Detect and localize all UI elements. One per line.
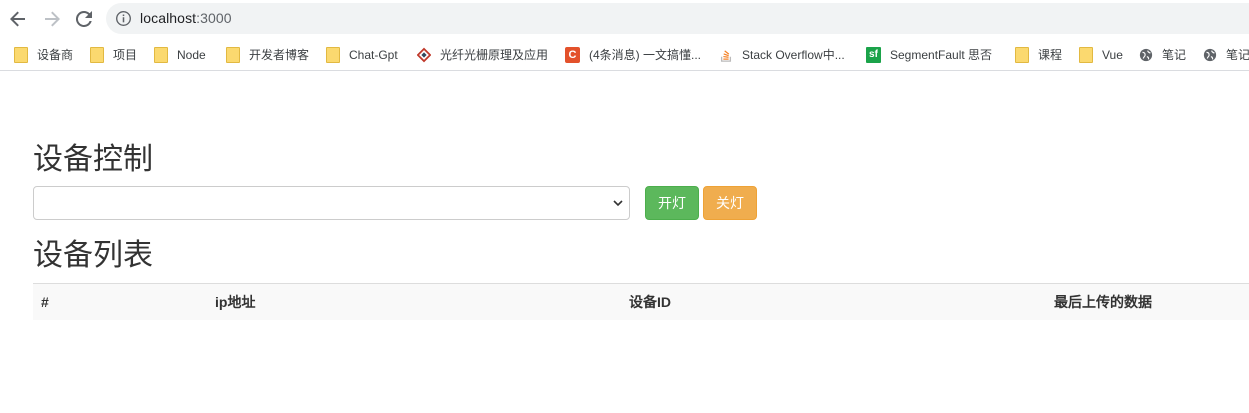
url-port: :3000 xyxy=(196,10,232,26)
address-bar[interactable]: localhost:3000 xyxy=(106,3,1249,34)
url-text: localhost:3000 xyxy=(140,10,232,27)
column-header-ip: ip地址 xyxy=(215,294,256,310)
bookmark-item[interactable]: 笔记 xyxy=(1139,46,1186,63)
folder-icon xyxy=(1015,46,1029,63)
device-control-heading: 设备控制 xyxy=(33,143,153,176)
bookmark-label: 课程 xyxy=(1038,48,1063,62)
bookmark-label: 光纤光栅原理及应用 xyxy=(440,48,549,62)
bookmark-label: (4条消息) 一文搞懂... xyxy=(589,48,702,62)
bookmark-label: 设备商 xyxy=(37,48,74,62)
segmentfault-icon: sf xyxy=(866,46,881,63)
bookmark-item[interactable]: Node xyxy=(153,46,206,63)
csdn-icon: C xyxy=(565,46,580,63)
column-header-index: # xyxy=(41,294,49,310)
folder-icon xyxy=(90,46,104,63)
globe-icon xyxy=(1203,48,1217,61)
bookmark-item[interactable]: Chat-Gpt xyxy=(325,46,398,63)
folder-icon xyxy=(326,46,340,63)
back-arrow-icon[interactable] xyxy=(5,6,31,32)
folder-icon xyxy=(14,46,28,63)
device-select[interactable] xyxy=(33,186,630,220)
browser-toolbar: localhost:3000 xyxy=(0,0,1249,37)
device-list-heading: 设备列表 xyxy=(33,239,153,272)
bookmark-item[interactable]: 项目 xyxy=(89,46,137,63)
bookmark-label: SegmentFault 思否 xyxy=(890,48,993,62)
bookmark-label: Chat-Gpt xyxy=(349,47,398,62)
bookmark-item[interactable]: 光纤光栅原理及应用 xyxy=(417,46,548,63)
info-icon[interactable] xyxy=(115,10,132,27)
stackoverflow-icon xyxy=(720,49,732,62)
chevron-down-icon xyxy=(613,200,623,207)
bookmark-label: 开发者博客 xyxy=(249,48,310,62)
column-header-device-id: 设备ID xyxy=(629,294,671,310)
bookmarks-bar: 设备商 项目 Node 开发者博客 Chat-Gpt 光纤光栅原理及应用 C (4… xyxy=(0,37,1249,71)
folder-icon xyxy=(1079,46,1093,63)
bookmark-label: Vue xyxy=(1102,47,1123,62)
diamond-site-icon xyxy=(417,47,431,62)
column-header-last-data: 最后上传的数据 xyxy=(1054,294,1152,310)
bookmark-item[interactable]: C (4条消息) 一文搞懂... xyxy=(565,46,701,63)
bookmark-item[interactable]: Vue xyxy=(1078,46,1123,63)
light-off-button[interactable]: 关灯 xyxy=(703,186,757,220)
bookmark-item[interactable]: sf SegmentFault 思否 xyxy=(866,46,992,63)
folder-icon xyxy=(154,46,168,63)
bookmark-label: 笔记 xyxy=(1162,48,1187,62)
folder-icon xyxy=(226,46,240,63)
bookmark-label: Node xyxy=(177,47,206,62)
bookmark-label: 项目 xyxy=(113,48,138,62)
bookmark-item[interactable]: 课程 xyxy=(1014,46,1062,63)
forward-arrow-icon[interactable] xyxy=(39,6,65,32)
light-on-button[interactable]: 开灯 xyxy=(645,186,699,220)
url-host: localhost xyxy=(140,10,197,26)
reload-icon[interactable] xyxy=(71,6,97,32)
bookmark-item[interactable]: 开发者博客 xyxy=(225,46,309,63)
bookmark-item[interactable]: 设备商 xyxy=(13,46,73,63)
device-table-header: # ip地址 设备ID 最后上传的数据 xyxy=(33,283,1249,320)
globe-icon xyxy=(1139,48,1153,61)
bookmark-label: 笔记 xyxy=(1226,48,1249,62)
bookmark-item[interactable]: Stack Overflow中... xyxy=(719,46,845,63)
bookmark-item[interactable]: 笔记 xyxy=(1203,46,1249,63)
bookmark-label: Stack Overflow中... xyxy=(742,48,845,62)
